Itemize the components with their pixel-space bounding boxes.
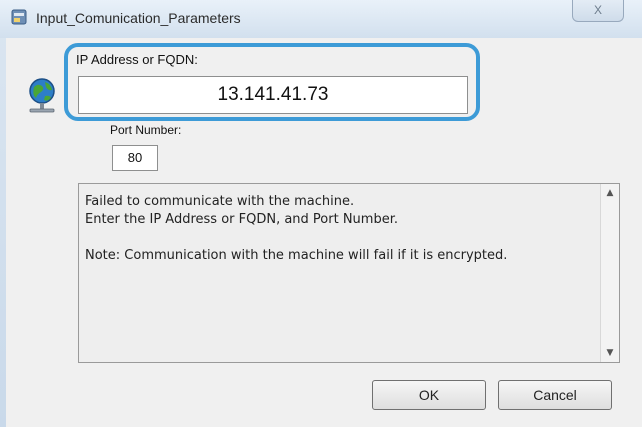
title-bar[interactable]: Input_Comunication_Parameters X: [0, 0, 642, 38]
ok-button[interactable]: OK: [372, 380, 486, 410]
cancel-button[interactable]: Cancel: [498, 380, 612, 410]
ip-address-input[interactable]: 13.141.41.73: [78, 76, 468, 114]
scroll-up-arrow-icon[interactable]: ▲: [601, 184, 619, 202]
application-icon: [11, 9, 27, 25]
message-text: Failed to communicate with the machine. …: [85, 194, 508, 263]
window-title: Input_Comunication_Parameters: [36, 10, 241, 26]
network-globe-icon: [29, 78, 55, 113]
message-scrollbar[interactable]: ▲ ▼: [600, 184, 619, 362]
port-number-input[interactable]: 80: [112, 145, 158, 171]
dialog-window: Input_Comunication_Parameters X IP Addre…: [0, 0, 642, 427]
close-button[interactable]: X: [572, 0, 624, 22]
port-number-label: Port Number:: [110, 123, 182, 137]
scroll-down-arrow-icon[interactable]: ▼: [601, 344, 619, 362]
ip-address-label: IP Address or FQDN:: [76, 52, 198, 67]
message-textarea[interactable]: Failed to communicate with the machine. …: [78, 183, 620, 363]
